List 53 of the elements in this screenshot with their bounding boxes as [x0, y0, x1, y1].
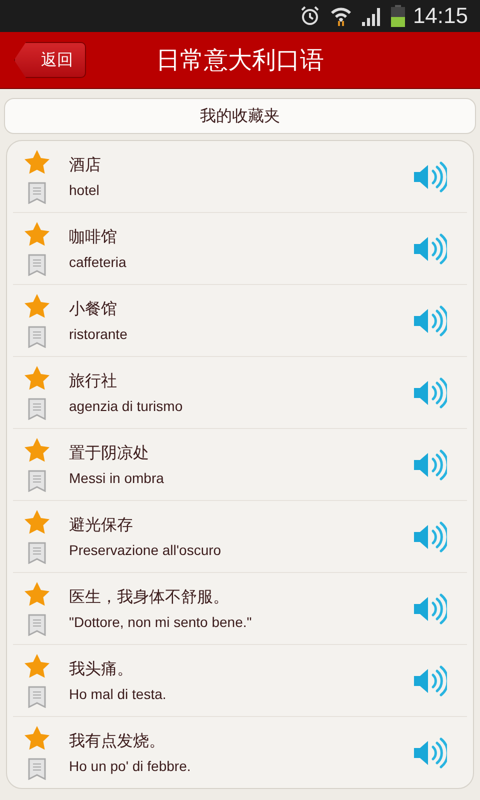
- chinese-phrase: 酒店: [69, 155, 102, 176]
- star-icon[interactable]: [23, 581, 51, 608]
- star-icon[interactable]: [23, 221, 51, 248]
- italian-phrase: ristorante: [69, 326, 128, 342]
- chinese-phrase: 我有点发烧。: [69, 731, 166, 752]
- star-icon[interactable]: [23, 149, 51, 176]
- speaker-icon[interactable]: [413, 376, 447, 408]
- star-icon[interactable]: [23, 509, 51, 536]
- bookmark-icon[interactable]: [28, 398, 46, 420]
- chinese-phrase: 咖啡馆: [69, 227, 118, 248]
- bookmark-icon[interactable]: [28, 758, 46, 780]
- bookmark-icon[interactable]: [28, 182, 46, 204]
- speaker-icon[interactable]: [413, 448, 447, 480]
- battery-icon: [390, 5, 405, 27]
- chinese-phrase: 避光保存: [69, 515, 134, 536]
- star-icon[interactable]: [23, 725, 51, 752]
- star-icon[interactable]: [23, 293, 51, 320]
- italian-phrase: hotel: [69, 182, 100, 198]
- speaker-icon[interactable]: [413, 592, 447, 624]
- wifi-icon: [328, 5, 353, 27]
- italian-phrase: caffeteria: [69, 254, 128, 270]
- speaker-icon[interactable]: [413, 736, 447, 768]
- italian-phrase: Ho un po' di febbre.: [69, 758, 192, 774]
- bookmark-icon[interactable]: [28, 542, 46, 564]
- star-icon[interactable]: [23, 653, 51, 680]
- section-title: 我的收藏夹: [200, 106, 280, 126]
- bookmark-icon[interactable]: [28, 326, 46, 348]
- bookmark-icon[interactable]: [28, 470, 46, 492]
- star-icon[interactable]: [23, 437, 51, 464]
- italian-phrase: agenzia di turismo: [69, 398, 184, 414]
- chinese-phrase: 医生，我身体不舒服。: [69, 587, 230, 608]
- chinese-phrase: 旅行社: [69, 371, 118, 392]
- app-title: 日常意大利口语: [156, 45, 324, 76]
- speaker-icon[interactable]: [413, 232, 447, 264]
- bookmark-icon[interactable]: [28, 254, 46, 276]
- signal-icon: [360, 6, 383, 26]
- back-button[interactable]: 返回: [14, 42, 86, 78]
- alarm-icon: [298, 5, 321, 27]
- chinese-phrase: 置于阴凉处: [69, 443, 150, 464]
- clock-time: 14:15: [412, 3, 468, 29]
- speaker-icon[interactable]: [413, 520, 447, 552]
- chinese-phrase: 我头痛。: [69, 659, 134, 680]
- speaker-icon[interactable]: [413, 304, 447, 336]
- star-icon[interactable]: [23, 365, 51, 392]
- chinese-phrase: 小餐馆: [69, 299, 118, 320]
- speaker-icon[interactable]: [413, 160, 447, 192]
- italian-phrase: Preservazione all'oscuro: [69, 542, 222, 558]
- italian-phrase: Ho mal di testa.: [69, 686, 168, 702]
- bookmark-icon[interactable]: [28, 614, 46, 636]
- bookmark-icon[interactable]: [28, 686, 46, 708]
- italian-phrase: Messi in ombra: [69, 470, 165, 486]
- italian-phrase: "Dottore, non mi sento bene.": [69, 614, 253, 630]
- speaker-icon[interactable]: [413, 664, 447, 696]
